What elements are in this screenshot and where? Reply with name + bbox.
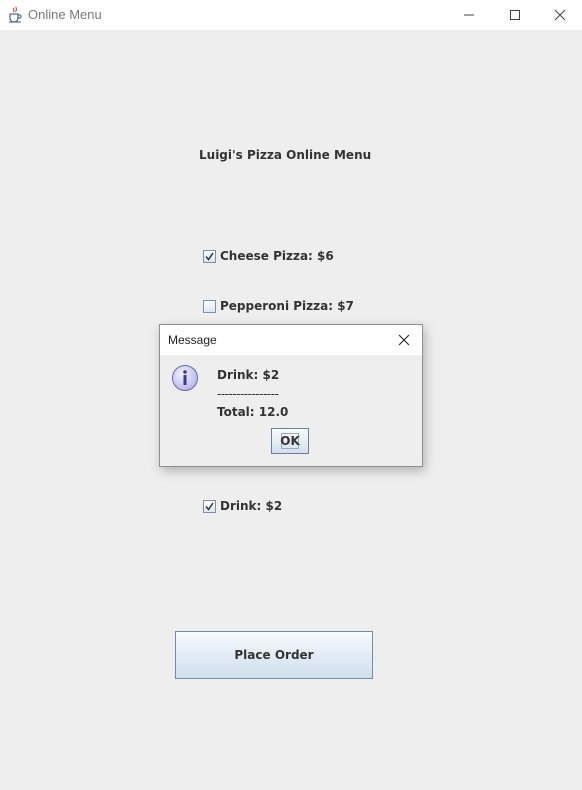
dialog-close-button[interactable] <box>394 331 414 349</box>
dialog-titlebar: Message <box>160 325 422 355</box>
checkmark-icon <box>205 252 214 261</box>
minimize-icon <box>464 14 474 16</box>
maximize-icon <box>510 10 520 20</box>
dialog-title: Message <box>168 333 217 347</box>
message-dialog: Message Drink: $2 ---------------- Total… <box>159 324 423 467</box>
checkmark-icon <box>205 502 214 511</box>
window-titlebar: Online Menu <box>0 0 582 30</box>
close-icon <box>398 334 410 346</box>
menu-title: Luigi's Pizza Online Menu <box>199 148 372 162</box>
checkbox-box[interactable] <box>203 250 216 263</box>
pepperoni-pizza-label: Pepperoni Pizza: $7 <box>220 299 354 313</box>
info-icon <box>172 365 198 391</box>
message-separator: ---------------- <box>217 387 279 401</box>
message-line-item: Drink: $2 <box>217 368 280 382</box>
place-order-button[interactable]: Place Order <box>175 631 373 679</box>
message-total: Total: 12.0 <box>217 405 289 419</box>
checkbox-box[interactable] <box>203 500 216 513</box>
close-icon <box>554 9 566 21</box>
minimize-button[interactable] <box>446 0 492 30</box>
checkbox-box[interactable] <box>203 300 216 313</box>
java-coffee-cup-icon <box>9 6 22 23</box>
window-title: Online Menu <box>28 7 102 22</box>
drink-label: Drink: $2 <box>220 499 283 513</box>
cheese-pizza-label: Cheese Pizza: $6 <box>220 249 334 263</box>
close-button[interactable] <box>537 0 582 30</box>
maximize-button[interactable] <box>492 0 538 30</box>
ok-button[interactable]: OK <box>271 428 309 454</box>
ok-button-label: OK <box>280 434 300 448</box>
